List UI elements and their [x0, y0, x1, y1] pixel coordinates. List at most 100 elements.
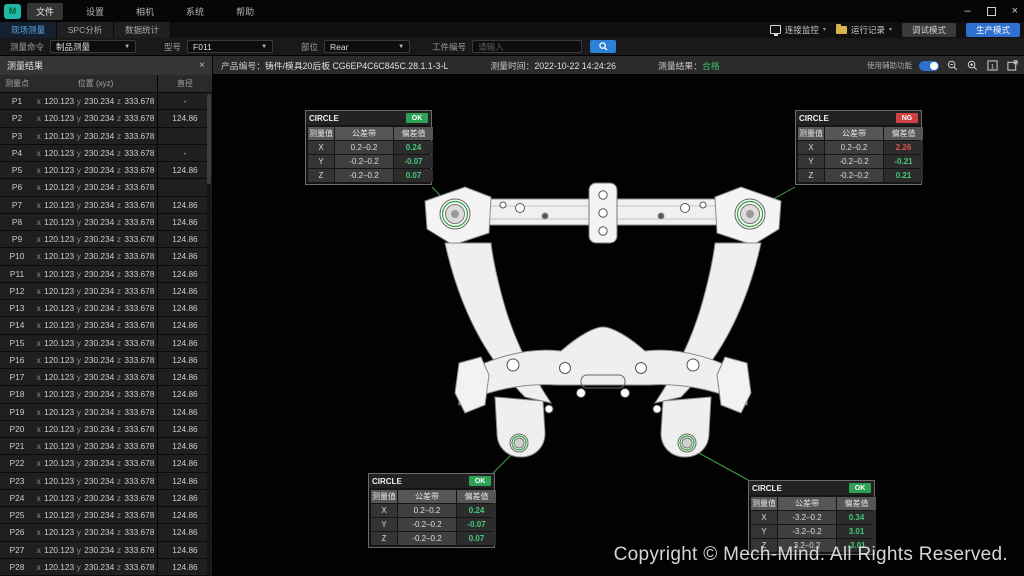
table-row[interactable]: P4x 120.123y 230.234z 333.678-: [0, 145, 212, 162]
zoom-out-icon[interactable]: [946, 59, 959, 72]
point-id: P10: [0, 251, 34, 261]
point-coordinates: x 120.123y 230.234z 333.678: [34, 96, 157, 106]
table-row[interactable]: P17x 120.123y 230.234z 333.678124.86: [0, 369, 212, 386]
table-row[interactable]: P28x 120.123y 230.234z 333.678124.86: [0, 559, 212, 576]
circle-callout-top-right[interactable]: CIRCLENG测量值公差带偏差值X0.2–0.22.26Y-0.2–0.2-0…: [795, 110, 922, 185]
callout-column-header: 偏差值: [394, 127, 433, 140]
table-row[interactable]: P3x 120.123y 230.234z 333.678: [0, 128, 212, 145]
tab-SPC分析[interactable]: SPC分析: [57, 22, 114, 38]
table-row[interactable]: P1x 120.123y 230.234z 333.678-: [0, 93, 212, 110]
point-coordinates: x 120.123y 230.234z 333.678: [34, 286, 157, 296]
menu-item-相机[interactable]: 相机: [127, 3, 163, 20]
table-row[interactable]: P19x 120.123y 230.234z 333.678124.86: [0, 404, 212, 421]
chevron-down-icon: ▼: [261, 44, 267, 50]
debug-mode-button[interactable]: 调试模式: [902, 23, 956, 37]
chevron-down-icon: ▼: [124, 44, 130, 50]
callout-grid: 测量值公差带偏差值X0.2–0.22.26Y-0.2–0.2-0.21Z-0.2…: [796, 125, 921, 184]
chevron-down-icon: ▾: [823, 26, 826, 33]
callout-tolerance: -0.2–0.2: [398, 518, 456, 531]
menu-item-帮助[interactable]: 帮助: [227, 3, 263, 20]
subframe-part: [425, 183, 781, 457]
point-value: 124.86: [157, 352, 212, 368]
maximize-button[interactable]: [987, 7, 996, 16]
table-row[interactable]: P7x 120.123y 230.234z 333.678124.86: [0, 197, 212, 214]
fullscreen-icon[interactable]: [1006, 59, 1019, 72]
circle-callout-top-left[interactable]: CIRCLEOK测量值公差带偏差值X0.2–0.20.24Y-0.2–0.2-0…: [305, 110, 432, 185]
tab-数据统计[interactable]: 数据统计: [114, 22, 171, 38]
point-id: P15: [0, 338, 34, 348]
callout-column-header: 测量值: [751, 497, 777, 510]
table-row[interactable]: P23x 120.123y 230.234z 333.678124.86: [0, 473, 212, 490]
callout-axis: X: [798, 141, 824, 154]
point-id: P24: [0, 493, 34, 503]
point-coordinates: x 120.123y 230.234z 333.678: [34, 269, 157, 279]
point-id: P13: [0, 303, 34, 313]
point-id: P8: [0, 217, 34, 227]
viewport-3d[interactable]: CIRCLEOK测量值公差带偏差值X0.2–0.20.24Y-0.2–0.2-0…: [213, 75, 1024, 576]
point-coordinates: x 120.123y 230.234z 333.678: [34, 200, 157, 210]
zoom-in-icon[interactable]: [966, 59, 979, 72]
point-coordinates: x 120.123y 230.234z 333.678: [34, 510, 157, 520]
menu-item-文件[interactable]: 文件: [27, 3, 63, 20]
status-badge: OK: [849, 483, 871, 493]
table-row[interactable]: P13x 120.123y 230.234z 333.678124.86: [0, 300, 212, 317]
panel-scrollbar[interactable]: [207, 94, 211, 575]
part-no-input[interactable]: [472, 40, 582, 53]
table-row[interactable]: P9x 120.123y 230.234z 333.678124.86: [0, 231, 212, 248]
point-id: P19: [0, 407, 34, 417]
point-coordinates: x 120.123y 230.234z 333.678: [34, 251, 157, 261]
point-coordinates: x 120.123y 230.234z 333.678: [34, 131, 157, 141]
assist-toggle[interactable]: [919, 61, 939, 71]
table-row[interactable]: P25x 120.123y 230.234z 333.678124.86: [0, 507, 212, 524]
callout-deviation: -0.07: [394, 155, 433, 168]
table-row[interactable]: P24x 120.123y 230.234z 333.678124.86: [0, 490, 212, 507]
point-value: 124.86: [157, 197, 212, 213]
table-row[interactable]: P27x 120.123y 230.234z 333.678124.86: [0, 542, 212, 559]
minimize-button[interactable]: –: [964, 5, 970, 17]
menu-bar: 文件设置相机系统帮助: [27, 3, 277, 20]
table-row[interactable]: P10x 120.123y 230.234z 333.678124.86: [0, 248, 212, 265]
menu-item-设置[interactable]: 设置: [77, 3, 113, 20]
table-row[interactable]: P18x 120.123y 230.234z 333.678124.86: [0, 386, 212, 403]
production-mode-button[interactable]: 生产模式: [966, 23, 1020, 37]
callout-column-header: 测量值: [798, 127, 824, 140]
section-dropdown[interactable]: Rear ▼: [324, 40, 410, 53]
point-coordinates: x 120.123y 230.234z 333.678: [34, 148, 157, 158]
table-row[interactable]: P6x 120.123y 230.234z 333.678: [0, 179, 212, 196]
point-value: 124.86: [157, 507, 212, 523]
table-row[interactable]: P5x 120.123y 230.234z 333.678124.86: [0, 162, 212, 179]
close-button[interactable]: ×: [1012, 5, 1018, 17]
point-value: 124.86: [157, 404, 212, 420]
quick-bar: 连接监控 ▾ 运行记录 ▾ 调试模式 生产模式: [770, 21, 1020, 38]
fit-view-icon[interactable]: 1: [986, 59, 999, 72]
tab-现场测量[interactable]: 现场测量: [0, 22, 57, 38]
table-row[interactable]: P15x 120.123y 230.234z 333.678124.86: [0, 335, 212, 352]
menu-item-系统[interactable]: 系统: [177, 3, 213, 20]
model-dropdown[interactable]: F011 ▼: [187, 40, 273, 53]
callout-tolerance: 0.2–0.2: [335, 141, 393, 154]
circle-callout-bottom-left[interactable]: CIRCLEOK测量值公差带偏差值X0.2–0.20.24Y-0.2–0.2-0…: [368, 473, 495, 548]
panel-close-icon[interactable]: ×: [199, 60, 205, 71]
point-coordinates: x 120.123y 230.234z 333.678: [34, 424, 157, 434]
point-id: P4: [0, 148, 34, 158]
command-dropdown[interactable]: 制品测量 ▼: [50, 40, 136, 53]
callout-column-header: 公差带: [335, 127, 393, 140]
point-value: 124.86: [157, 421, 212, 437]
table-row[interactable]: P26x 120.123y 230.234z 333.678124.86: [0, 524, 212, 541]
table-row[interactable]: P12x 120.123y 230.234z 333.678124.86: [0, 283, 212, 300]
point-value: [157, 128, 212, 144]
table-row[interactable]: P11x 120.123y 230.234z 333.678124.86: [0, 266, 212, 283]
table-row[interactable]: P16x 120.123y 230.234z 333.678124.86: [0, 352, 212, 369]
connect-monitor[interactable]: 连接监控 ▾: [770, 24, 826, 36]
search-button[interactable]: [590, 40, 616, 53]
point-coordinates: x 120.123y 230.234z 333.678: [34, 493, 157, 503]
table-row[interactable]: P2x 120.123y 230.234z 333.678124.86: [0, 110, 212, 127]
table-row[interactable]: P22x 120.123y 230.234z 333.678124.86: [0, 455, 212, 472]
callout-deviation: 0.24: [457, 504, 496, 517]
folder-icon: [836, 26, 847, 34]
table-row[interactable]: P14x 120.123y 230.234z 333.678124.86: [0, 317, 212, 334]
run-record[interactable]: 运行记录 ▾: [836, 24, 892, 36]
table-row[interactable]: P20x 120.123y 230.234z 333.678124.86: [0, 421, 212, 438]
table-row[interactable]: P8x 120.123y 230.234z 333.678124.86: [0, 214, 212, 231]
table-row[interactable]: P21x 120.123y 230.234z 333.678124.86: [0, 438, 212, 455]
